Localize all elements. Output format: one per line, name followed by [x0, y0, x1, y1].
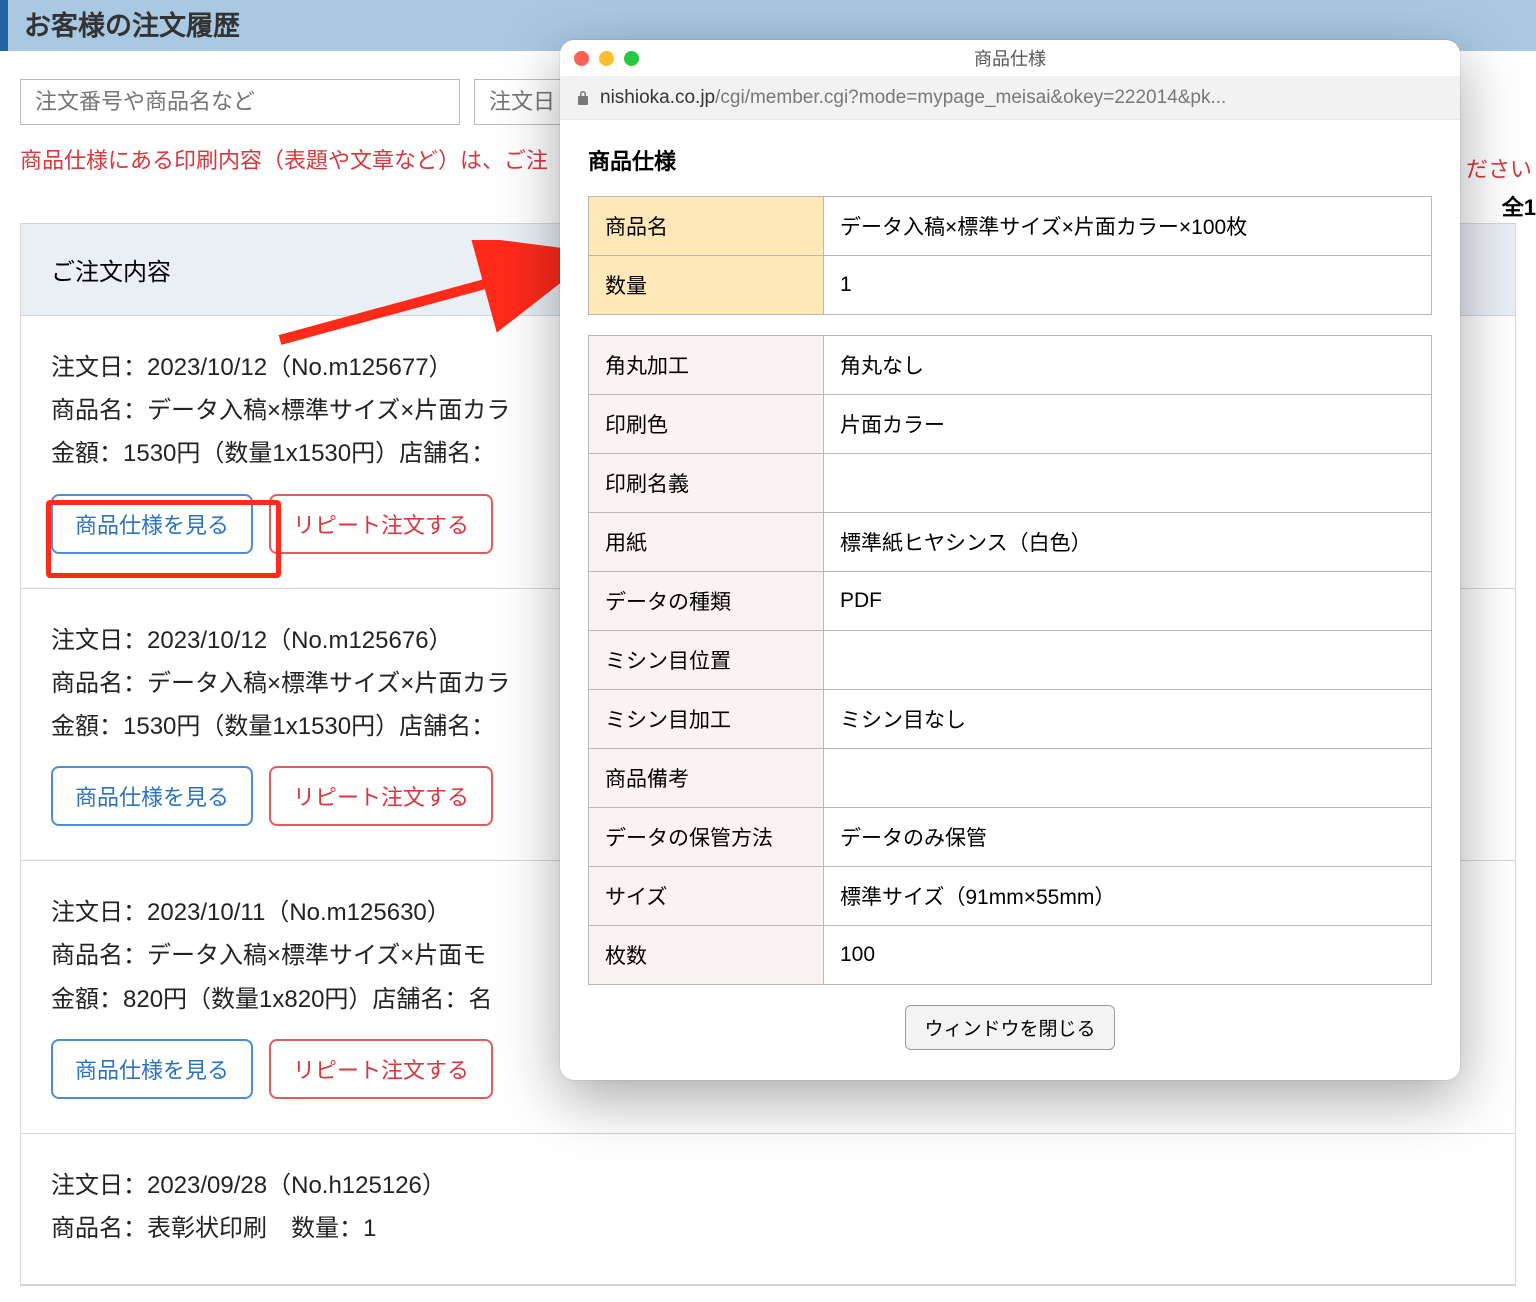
spec-value: データのみ保管 — [824, 808, 1432, 867]
spec-key: 商品備考 — [589, 749, 824, 808]
spec-value: 角丸なし — [824, 336, 1432, 395]
table-row: データの保管方法データのみ保管 — [589, 808, 1432, 867]
table-row: 印刷名義 — [589, 454, 1432, 513]
url-path: /cgi/member.cgi?mode=mypage_meisai&okey=… — [715, 87, 1226, 108]
warning-tail: ださい — [1466, 152, 1532, 184]
table-row: 印刷色片面カラー — [589, 395, 1432, 454]
order-item: 注文日：2023/09/28（No.h125126）商品名：表彰状印刷 数量：1 — [21, 1134, 1515, 1285]
repeat-order-button[interactable]: リピート注文する — [269, 494, 493, 554]
spec-value: ミシン目なし — [824, 690, 1432, 749]
spec-head-table: 商品名データ入稿×標準サイズ×片面カラー×100枚数量1 — [588, 196, 1432, 315]
close-window-button[interactable]: ウィンドウを閉じる — [905, 1005, 1114, 1050]
table-row: 数量1 — [589, 256, 1432, 315]
spec-key: データの保管方法 — [589, 808, 824, 867]
repeat-order-button[interactable]: リピート注文する — [269, 766, 493, 826]
search-input[interactable] — [20, 79, 460, 125]
spec-key: 数量 — [589, 256, 824, 315]
repeat-order-button[interactable]: リピート注文する — [269, 1039, 493, 1099]
url-bar: nishioka.co.jp/cgi/member.cgi?mode=mypag… — [560, 76, 1460, 120]
spec-key: 印刷名義 — [589, 454, 824, 513]
spec-key: ミシン目加工 — [589, 690, 824, 749]
view-spec-button[interactable]: 商品仕様を見る — [51, 1039, 253, 1099]
view-spec-button[interactable]: 商品仕様を見る — [51, 494, 253, 554]
popup-heading: 商品仕様 — [588, 144, 1432, 176]
spec-key: データの種類 — [589, 572, 824, 631]
table-row: 角丸加工角丸なし — [589, 336, 1432, 395]
table-row: 商品名データ入稿×標準サイズ×片面カラー×100枚 — [589, 197, 1432, 256]
spec-value: 100 — [824, 926, 1432, 985]
spec-value: 1 — [824, 256, 1432, 315]
table-row: ミシン目位置 — [589, 631, 1432, 690]
order-line: 注文日：2023/09/28（No.h125126） — [51, 1164, 1485, 1207]
table-row: ミシン目加工ミシン目なし — [589, 690, 1432, 749]
spec-value — [824, 631, 1432, 690]
view-spec-button[interactable]: 商品仕様を見る — [51, 766, 253, 826]
spec-value — [824, 454, 1432, 513]
popup-window-title: 商品仕様 — [560, 45, 1460, 71]
spec-value: 標準紙ヒヤシンス（白色） — [824, 513, 1432, 572]
table-row: 商品備考 — [589, 749, 1432, 808]
table-row: 枚数100 — [589, 926, 1432, 985]
spec-key: 用紙 — [589, 513, 824, 572]
count-text: 全1 — [1502, 190, 1536, 222]
spec-value: PDF — [824, 572, 1432, 631]
table-row: 用紙標準紙ヒヤシンス（白色） — [589, 513, 1432, 572]
popup-titlebar: 商品仕様 — [560, 40, 1460, 76]
order-line: 商品名：表彰状印刷 数量：1 — [51, 1207, 1485, 1250]
spec-key: 枚数 — [589, 926, 824, 985]
url-host: nishioka.co.jp — [600, 87, 715, 108]
spec-key: 印刷色 — [589, 395, 824, 454]
spec-value — [824, 749, 1432, 808]
spec-key: 商品名 — [589, 197, 824, 256]
url-text: nishioka.co.jp/cgi/member.cgi?mode=mypag… — [600, 87, 1226, 109]
spec-value: データ入稿×標準サイズ×片面カラー×100枚 — [824, 197, 1432, 256]
table-row: サイズ標準サイズ（91mm×55mm） — [589, 867, 1432, 926]
table-row: データの種類PDF — [589, 572, 1432, 631]
spec-value: 片面カラー — [824, 395, 1432, 454]
spec-key: ミシン目位置 — [589, 631, 824, 690]
lock-icon — [576, 90, 590, 106]
popup-body: 商品仕様 商品名データ入稿×標準サイズ×片面カラー×100枚数量1 角丸加工角丸… — [560, 120, 1460, 1080]
spec-value: 標準サイズ（91mm×55mm） — [824, 867, 1432, 926]
spec-body-table: 角丸加工角丸なし印刷色片面カラー印刷名義用紙標準紙ヒヤシンス（白色）データの種類… — [588, 335, 1432, 985]
spec-key: 角丸加工 — [589, 336, 824, 395]
page-title: お客様の注文履歴 — [24, 4, 1520, 43]
spec-popup-window: 商品仕様 nishioka.co.jp/cgi/member.cgi?mode=… — [560, 40, 1460, 1080]
spec-key: サイズ — [589, 867, 824, 926]
